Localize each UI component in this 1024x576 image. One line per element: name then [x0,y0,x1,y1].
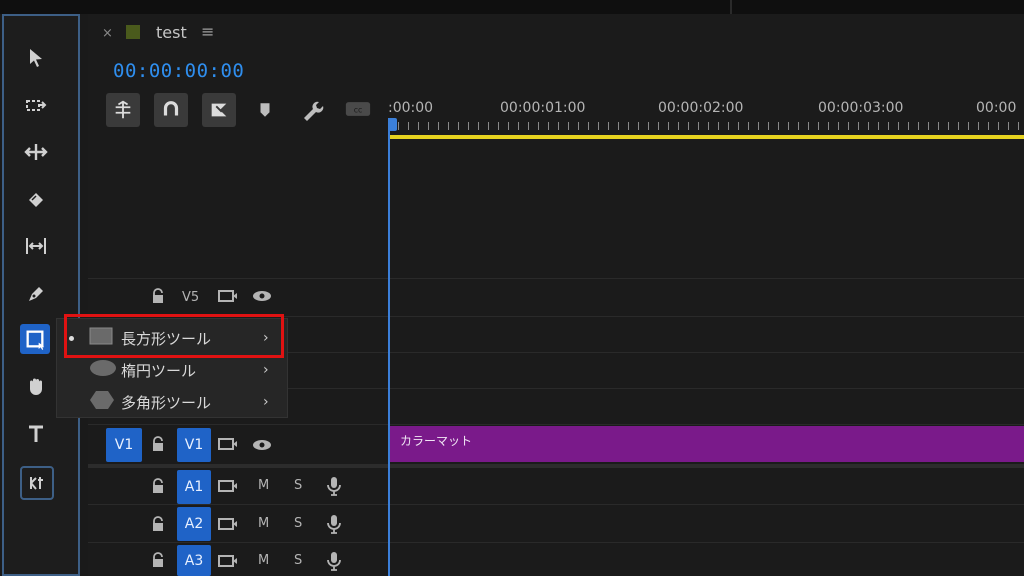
track-divider [88,542,1024,543]
track-label-a2[interactable]: A2 [177,507,211,541]
mute-button[interactable]: M [258,478,269,493]
microphone-icon[interactable] [326,514,342,534]
lock-icon[interactable] [150,478,166,494]
target-track-v1[interactable]: V1 [177,428,211,462]
track-label-v5: V5 [182,290,200,305]
polygon-shape-icon [89,390,115,414]
wrench-settings-icon[interactable] [300,98,324,122]
playhead-line[interactable] [388,118,390,576]
highlight-annotation-box [64,314,284,358]
ruler-ticks [388,122,1024,130]
captions-icon[interactable] [20,466,54,500]
lock-icon[interactable] [150,552,166,568]
track-divider [88,504,1024,505]
top-strip [0,0,1024,14]
hand-icon[interactable] [22,372,50,400]
solo-button[interactable]: S [294,478,302,493]
microphone-icon[interactable] [326,476,342,496]
playhead-timecode[interactable]: 00:00:00:00 [113,60,244,82]
pen-icon[interactable] [22,280,50,308]
ripple-edit-icon[interactable] [22,138,50,166]
eye-icon[interactable] [252,290,272,302]
ruler-label: 00:00:01:00 [500,100,586,116]
type-icon[interactable] [22,420,50,448]
ruler-label: 00:00 [976,100,1017,116]
chevron-right-icon: › [263,394,269,410]
flyout-item-label: 多角形ツール [121,393,212,412]
flyout-item-label: 楕円ツール [121,361,197,380]
close-tab-button[interactable]: × [102,26,113,41]
lock-icon[interactable] [150,516,166,532]
track-divider [88,424,1024,425]
ruler-label: 00:00:02:00 [658,100,744,116]
panel-menu-icon[interactable]: ≡ [201,22,214,41]
sync-lock-icon[interactable] [218,554,238,568]
solo-button[interactable]: S [294,516,302,531]
add-marker-icon[interactable] [256,101,274,119]
insert-nest-icon[interactable] [106,93,140,127]
track-label-a3[interactable]: A3 [177,545,211,576]
sequence-tab-title[interactable]: test [156,23,187,42]
svg-text:cc: cc [354,105,363,114]
track-label-a1[interactable]: A1 [177,470,211,504]
selection-tool-icon[interactable] [22,44,50,72]
video-audio-divider [88,464,1024,468]
color-matte-clip[interactable] [390,426,1024,462]
sequence-color-swatch [126,25,140,39]
chevron-right-icon: › [263,362,269,378]
sync-lock-icon[interactable] [218,479,238,493]
flyout-item-ellipse[interactable]: 楕円ツール › [57,355,287,385]
mute-button[interactable]: M [258,516,269,531]
track-divider [88,278,1024,279]
ellipse-shape-icon [89,359,117,381]
lock-icon[interactable] [150,436,166,452]
microphone-icon[interactable] [326,551,342,571]
razor-icon[interactable] [22,186,50,214]
solo-button[interactable]: S [294,553,302,568]
rectangle-tool-icon[interactable] [20,324,50,354]
flyout-item-polygon[interactable]: 多角形ツール › [57,387,287,417]
mute-button[interactable]: M [258,553,269,568]
sync-lock-icon[interactable] [218,437,238,451]
ruler-label: :00:00 [388,100,434,116]
lock-icon[interactable] [150,288,166,304]
eye-icon[interactable] [252,439,272,451]
sync-lock-icon[interactable] [218,517,238,531]
clip-label: カラーマット [400,434,473,448]
playhead-handle[interactable] [388,118,397,131]
ruler-label: 00:00:03:00 [818,100,904,116]
slip-icon[interactable] [22,232,50,260]
snap-magnet-icon[interactable] [154,93,188,127]
work-area-bar[interactable] [388,135,1024,139]
sync-lock-icon[interactable] [218,289,238,303]
track-select-icon[interactable] [22,92,50,120]
panel-divider [730,0,732,14]
time-ruler[interactable]: :00:00 00:00:01:00 00:00:02:00 00:00:03:… [388,94,1024,138]
source-patch-v1[interactable]: V1 [106,428,142,462]
linked-selection-icon[interactable] [202,93,236,127]
captions-toggle-icon[interactable]: cc [345,100,371,118]
